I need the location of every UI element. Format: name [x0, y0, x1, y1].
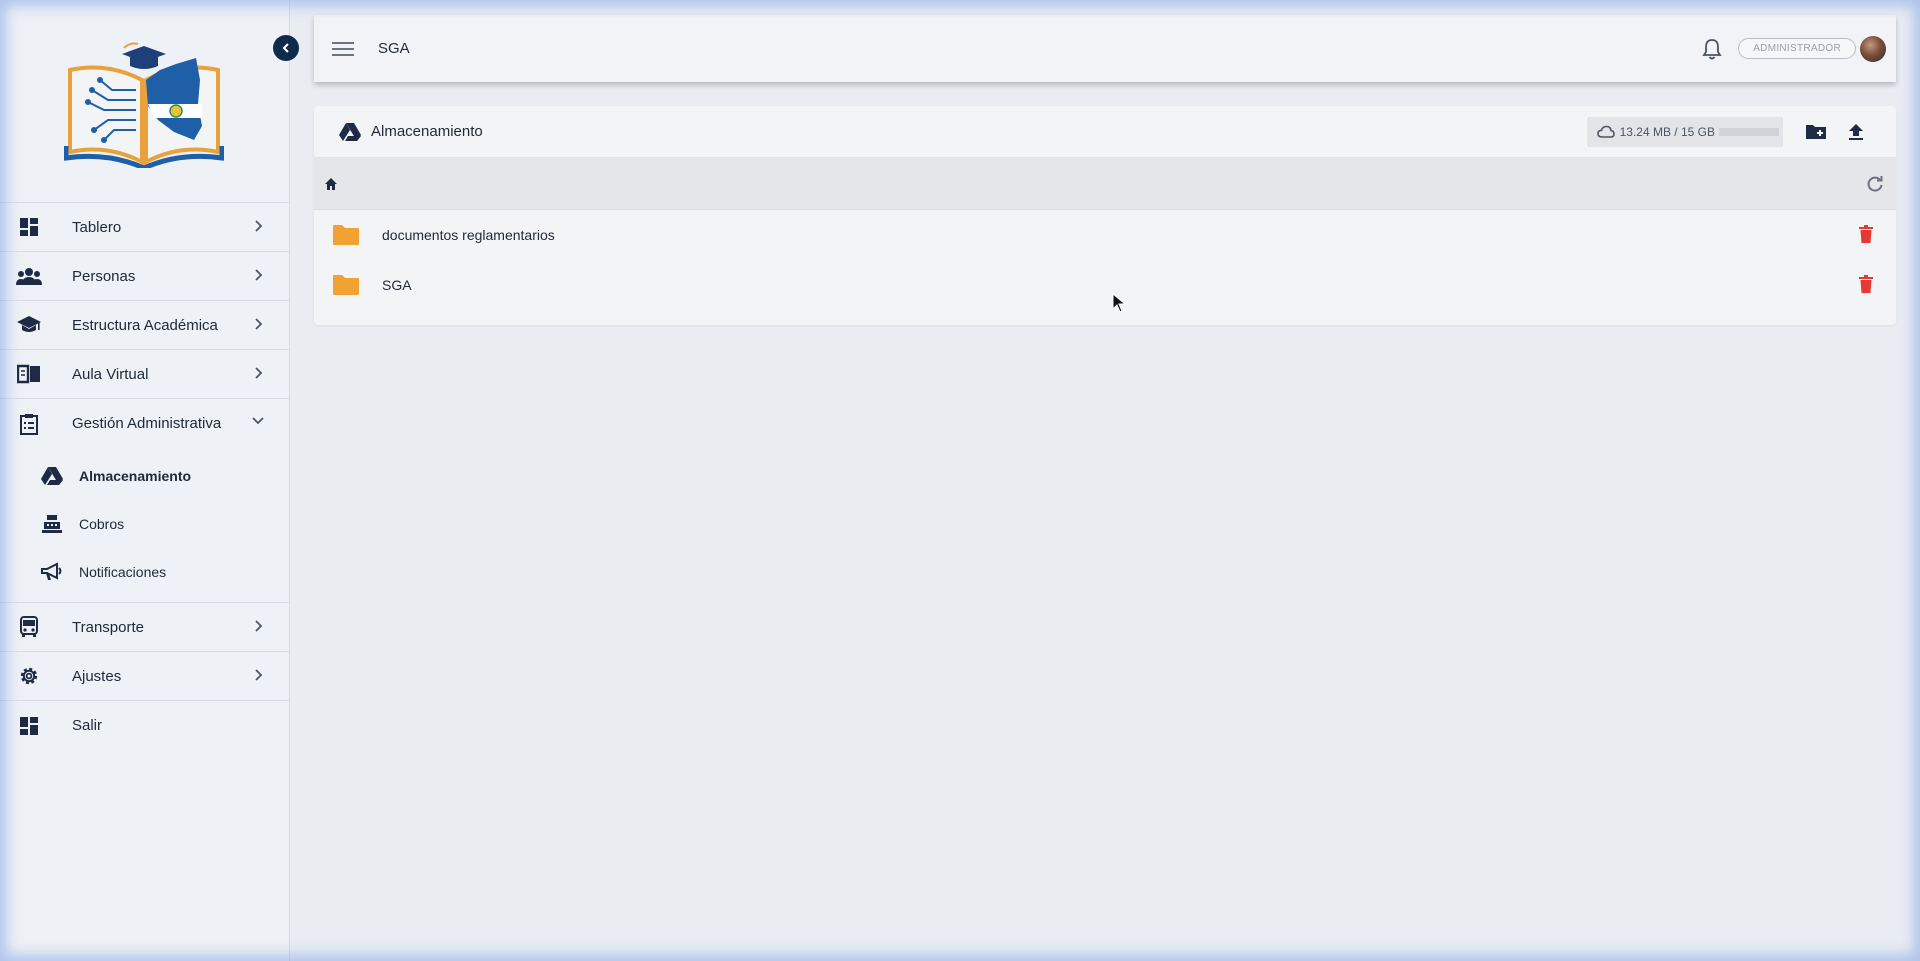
storage-header: Almacenamiento 13.24 MB / 15 GB [314, 106, 1896, 158]
sidebar-item-label: Estructura Académica [72, 316, 218, 334]
megaphone-icon [39, 561, 65, 583]
sidebar-item-tablero[interactable]: Tablero [0, 203, 289, 252]
drive-icon [39, 465, 65, 487]
chevron-right-icon [255, 669, 263, 681]
cash-register-icon [39, 513, 65, 535]
folder-name: documentos reglamentarios [382, 227, 555, 243]
sidebar-item-label: Personas [72, 267, 136, 285]
delete-icon[interactable] [1859, 225, 1873, 243]
sidebar-item-label: Tablero [72, 218, 122, 236]
breadcrumb-toolbar [314, 158, 1896, 210]
drive-icon [339, 122, 361, 142]
mouse-cursor-icon [1112, 293, 1126, 313]
chevron-down-icon [252, 417, 264, 425]
table-row[interactable]: SGA [314, 260, 1896, 310]
chevron-left-icon [282, 43, 289, 53]
refresh-icon[interactable] [1866, 175, 1884, 193]
top-bar-actions: ADMINISTRADOR [1702, 35, 1886, 62]
book-icon [15, 362, 43, 386]
page-title: SGA [378, 40, 410, 57]
upload-icon [1849, 123, 1863, 140]
school-icon [15, 313, 43, 337]
chevron-right-icon [255, 620, 263, 632]
upload-button[interactable] [1841, 117, 1871, 147]
clipboard-icon [15, 412, 43, 436]
logo-area [0, 0, 289, 203]
sidebar-item-estructura-academica[interactable]: Estructura Académica [0, 301, 289, 350]
storage-quota: 13.24 MB / 15 GB [1586, 116, 1783, 147]
cloud-icon [1596, 125, 1615, 138]
quota-text: 13.24 MB / 15 GB [1619, 124, 1715, 139]
top-bar: SGA ADMINISTRADOR [314, 15, 1896, 82]
folder-icon [332, 224, 360, 246]
sidebar-item-label: Aula Virtual [72, 365, 149, 383]
bus-icon [15, 615, 43, 639]
sidebar-subitem-almacenamiento[interactable]: Almacenamiento [0, 452, 289, 500]
sidebar-item-personas[interactable]: Personas [0, 252, 289, 301]
chevron-right-icon [255, 367, 263, 379]
sidebar-subitem-label: Notificaciones [79, 564, 167, 580]
home-icon[interactable] [324, 177, 338, 191]
menu-icon[interactable] [332, 41, 354, 56]
sidebar-subitem-label: Cobros [79, 516, 125, 532]
gear-icon [15, 664, 43, 688]
sidebar-item-label: Ajustes [72, 667, 122, 685]
chevron-right-icon [255, 220, 263, 232]
app-logo [64, 42, 224, 168]
storage-card: Almacenamiento 13.24 MB / 15 GB document… [314, 106, 1896, 325]
sidebar-subitem-notificaciones[interactable]: Notificaciones [0, 548, 289, 596]
sidebar-subitem-label: Almacenamiento [79, 468, 192, 484]
folder-name: SGA [382, 277, 412, 293]
sidebar-subitem-cobros[interactable]: Cobros [0, 500, 289, 548]
sidebar: Tablero Personas Estructura Académica Au… [0, 0, 299, 961]
people-icon [15, 264, 43, 288]
table-row[interactable]: documentos reglamentarios [314, 210, 1896, 260]
sidebar-item-label: Gestión Administrativa [72, 415, 222, 432]
sidebar-item-label: Transporte [72, 618, 144, 636]
collapse-sidebar-button[interactable] [273, 35, 299, 61]
dashboard-icon [15, 215, 43, 239]
quota-progress-bar [1719, 127, 1779, 136]
sidebar-submenu-gestion: Almacenamiento Cobros Notificaciones [0, 448, 289, 603]
new-folder-button[interactable] [1801, 117, 1831, 147]
dashboard-icon [15, 714, 43, 738]
sidebar-item-ajustes[interactable]: Ajustes [0, 652, 289, 701]
chevron-right-icon [255, 318, 263, 330]
sidebar-item-label: Salir [72, 717, 103, 734]
sidebar-item-transporte[interactable]: Transporte [0, 603, 289, 652]
bell-icon[interactable] [1702, 38, 1722, 60]
role-badge[interactable]: ADMINISTRADOR [1738, 38, 1856, 59]
sidebar-item-gestion-administrativa[interactable]: Gestión Administrativa [0, 399, 289, 448]
folder-icon [332, 274, 360, 296]
sidebar-item-aula-virtual[interactable]: Aula Virtual [0, 350, 289, 399]
folder-plus-icon [1806, 124, 1826, 139]
delete-icon[interactable] [1859, 275, 1873, 293]
chevron-right-icon [255, 269, 263, 281]
avatar[interactable] [1860, 35, 1886, 62]
sidebar-menu: Tablero Personas Estructura Académica Au… [0, 203, 289, 750]
storage-title: Almacenamiento [371, 123, 483, 140]
sidebar-item-salir[interactable]: Salir [0, 701, 289, 750]
